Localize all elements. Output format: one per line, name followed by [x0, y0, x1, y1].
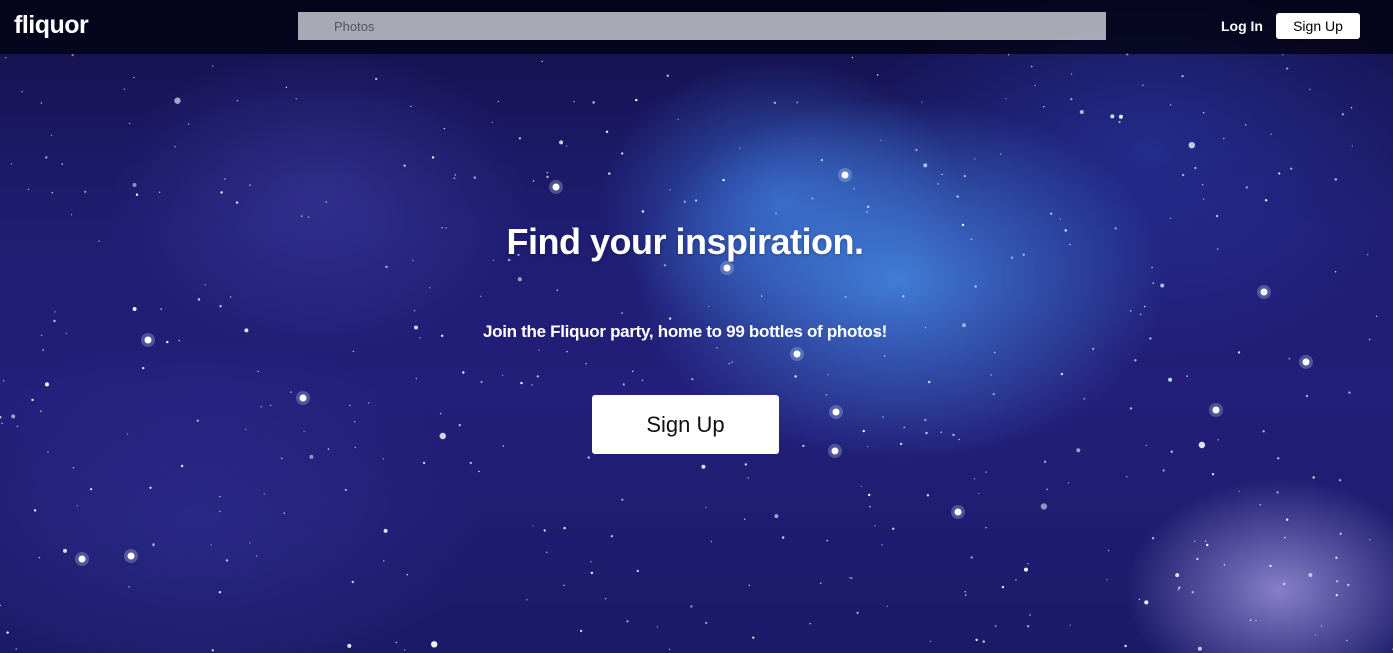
top-navigation-bar: fliquor Log In Sign Up: [0, 0, 1393, 54]
header-sign-up-button[interactable]: Sign Up: [1276, 13, 1360, 39]
fliquor-logo[interactable]: fliquor: [14, 11, 89, 40]
log-in-link[interactable]: Log In: [1221, 18, 1263, 34]
hero-sign-up-button[interactable]: Sign Up: [592, 395, 779, 454]
search-input[interactable]: [298, 12, 1106, 40]
hero-title: Find your inspiration.: [506, 221, 865, 262]
landing-page: fliquor Log In Sign Up Find your inspira…: [0, 0, 1393, 653]
hero-subtitle: Join the Fliquor party, home to 99 bottl…: [482, 322, 888, 341]
